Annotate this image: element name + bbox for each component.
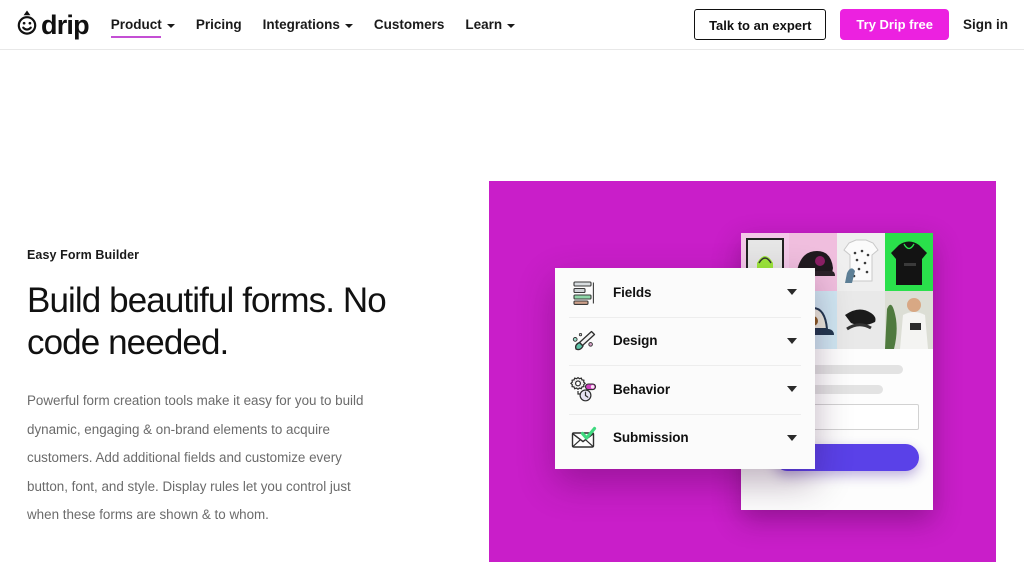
brand-wordmark: drip — [41, 10, 90, 40]
talk-to-expert-button[interactable]: Talk to an expert — [694, 9, 827, 40]
nav-actions: Talk to an expert Try Drip free Sign in — [694, 9, 1008, 40]
accordion-row-fields[interactable]: Fields — [555, 268, 815, 317]
accordion-row-behavior[interactable]: Behavior — [555, 365, 815, 414]
drip-smiley-logo-icon — [16, 9, 38, 40]
nav-links: Product Pricing Integrations Customers L… — [110, 0, 516, 50]
nav-item-product-label: Product — [110, 17, 162, 32]
nav-item-learn[interactable]: Learn — [465, 0, 516, 50]
hero-copy: Easy Form Builder Build beautiful forms.… — [27, 248, 427, 529]
page-title: Build beautiful forms. No code needed. — [27, 281, 387, 362]
hero-eyebrow: Easy Form Builder — [27, 248, 140, 262]
accordion-row-design[interactable]: Design — [555, 316, 815, 366]
accordion-label-behavior: Behavior — [613, 381, 670, 397]
try-drip-free-button[interactable]: Try Drip free — [840, 9, 949, 40]
accordion-label-fields: Fields — [613, 284, 652, 300]
active-underline — [110, 35, 161, 38]
chevron-down-icon[interactable] — [787, 289, 797, 296]
envelope-check-icon — [569, 423, 599, 453]
black-hoodie-photo — [885, 233, 933, 291]
gear-toggle-clock-icon — [569, 374, 599, 404]
accordion-label-design: Design — [613, 333, 658, 349]
hero-description: Powerful form creation tools make it eas… — [27, 393, 364, 522]
accordion-row-submission[interactable]: Submission — [555, 413, 815, 463]
nav-item-product[interactable]: Product — [110, 0, 175, 50]
accessory-photo — [837, 291, 885, 349]
nav-item-learn-label: Learn — [465, 17, 503, 32]
paintbrush-icon — [569, 326, 599, 356]
nav-item-pricing[interactable]: Pricing — [196, 0, 242, 50]
accordion-label-submission: Submission — [613, 430, 689, 446]
chevron-down-icon — [344, 23, 353, 28]
chevron-down-icon — [507, 23, 516, 28]
chevron-down-icon[interactable] — [787, 386, 797, 393]
drip-logo[interactable]: drip — [16, 9, 90, 40]
top-navigation-bar: drip Product Pricing Integrations Custom… — [0, 0, 1024, 50]
nav-item-integrations-label: Integrations — [262, 17, 340, 32]
nav-item-customers[interactable]: Customers — [374, 0, 445, 50]
nav-item-customers-label: Customers — [373, 17, 445, 32]
chevron-down-icon — [166, 23, 175, 28]
form-builder-accordion-panel: Fields Design Behavior Submission — [555, 268, 815, 469]
sign-in-link[interactable]: Sign in — [963, 17, 1008, 32]
hero-section: Easy Form Builder Build beautiful forms.… — [0, 50, 1024, 576]
nav-item-integrations[interactable]: Integrations — [263, 0, 353, 50]
hero-visual: Fields Design Behavior Submission — [489, 181, 996, 562]
model-tshirt-photo — [885, 291, 933, 349]
nav-item-pricing-label: Pricing — [195, 17, 242, 32]
chevron-down-icon[interactable] — [787, 337, 797, 344]
chevron-down-icon[interactable] — [787, 434, 797, 441]
patterned-tshirt-photo — [837, 233, 885, 291]
form-fields-icon — [569, 277, 599, 307]
